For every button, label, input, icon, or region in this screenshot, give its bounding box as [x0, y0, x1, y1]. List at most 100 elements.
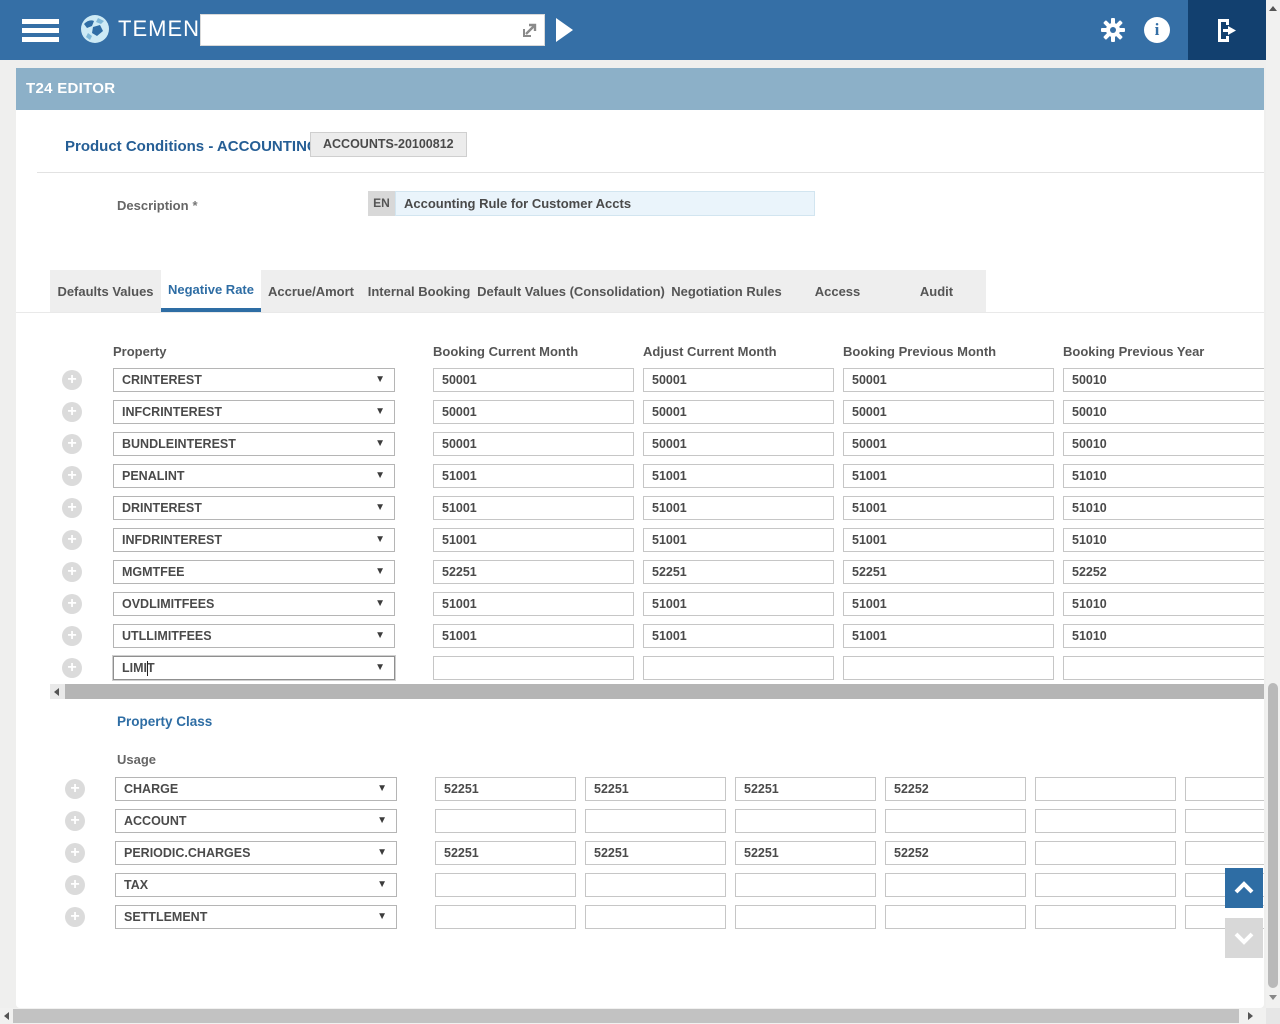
- usage-dropdown[interactable]: TAX ▼: [115, 873, 397, 897]
- booking-previous-month-input[interactable]: [843, 432, 1054, 456]
- value-input[interactable]: [585, 905, 726, 929]
- value-input[interactable]: [735, 873, 876, 897]
- value-input[interactable]: [1185, 841, 1264, 865]
- value-input[interactable]: [435, 809, 576, 833]
- add-row-button[interactable]: +: [62, 562, 82, 582]
- booking-previous-month-input[interactable]: [843, 368, 1054, 392]
- value-input[interactable]: [1185, 777, 1264, 801]
- value-input[interactable]: [1035, 873, 1176, 897]
- vertical-scrollbar-thumb[interactable]: [1268, 683, 1278, 988]
- command-input[interactable]: [200, 14, 545, 46]
- booking-previous-month-input[interactable]: [843, 656, 1054, 680]
- property-dropdown[interactable]: LIMIT ▼: [113, 656, 395, 680]
- add-row-button[interactable]: +: [62, 466, 82, 486]
- adjust-current-month-input[interactable]: [643, 624, 834, 648]
- add-row-button[interactable]: +: [65, 907, 85, 927]
- value-input[interactable]: [1035, 905, 1176, 929]
- usage-dropdown[interactable]: CHARGE ▼: [115, 777, 397, 801]
- booking-current-month-input[interactable]: [433, 528, 634, 552]
- booking-previous-month-input[interactable]: [843, 560, 1054, 584]
- tab-default-values-consolidation-[interactable]: Default Values (Consolidation): [477, 270, 665, 312]
- booking-previous-month-input[interactable]: [843, 464, 1054, 488]
- value-input[interactable]: [585, 777, 726, 801]
- value-input[interactable]: [1035, 841, 1176, 865]
- property-dropdown[interactable]: MGMTFEE ▼: [113, 560, 395, 584]
- adjust-current-month-input[interactable]: [643, 592, 834, 616]
- tab-audit[interactable]: Audit: [887, 270, 986, 312]
- property-dropdown[interactable]: BUNDLEINTEREST ▼: [113, 432, 395, 456]
- value-input[interactable]: [885, 873, 1026, 897]
- value-input[interactable]: [585, 873, 726, 897]
- booking-previous-year-input[interactable]: [1063, 400, 1264, 424]
- booking-previous-month-input[interactable]: [843, 496, 1054, 520]
- add-row-button[interactable]: +: [65, 779, 85, 799]
- page-scroll-left-arrow-icon[interactable]: [4, 1012, 9, 1020]
- add-row-button[interactable]: +: [62, 626, 82, 646]
- value-input[interactable]: [735, 905, 876, 929]
- adjust-current-month-input[interactable]: [643, 368, 834, 392]
- scroll-to-top-button[interactable]: [1225, 868, 1263, 908]
- scrollbar-thumb[interactable]: [65, 684, 1264, 699]
- adjust-current-month-input[interactable]: [643, 560, 834, 584]
- booking-previous-year-input[interactable]: [1063, 560, 1264, 584]
- add-row-button[interactable]: +: [62, 402, 82, 422]
- value-input[interactable]: [1035, 777, 1176, 801]
- page-scroll-right-arrow-icon[interactable]: [1248, 1012, 1253, 1020]
- booking-current-month-input[interactable]: [433, 400, 634, 424]
- value-input[interactable]: [885, 809, 1026, 833]
- add-row-button[interactable]: +: [62, 498, 82, 518]
- value-input[interactable]: [735, 777, 876, 801]
- property-dropdown[interactable]: PENALINT ▼: [113, 464, 395, 488]
- run-command-button[interactable]: [556, 18, 573, 42]
- tab-negative-rate[interactable]: Negative Rate: [161, 270, 261, 312]
- value-input[interactable]: [435, 777, 576, 801]
- booking-previous-month-input[interactable]: [843, 528, 1054, 552]
- menu-icon[interactable]: [22, 19, 59, 42]
- property-dropdown[interactable]: INFCRINTEREST ▼: [113, 400, 395, 424]
- add-row-button[interactable]: +: [62, 658, 82, 678]
- booking-previous-year-input[interactable]: [1063, 368, 1264, 392]
- adjust-current-month-input[interactable]: [643, 496, 834, 520]
- booking-previous-year-input[interactable]: [1063, 656, 1264, 680]
- scroll-to-bottom-button[interactable]: [1225, 918, 1263, 958]
- adjust-current-month-input[interactable]: [643, 464, 834, 488]
- booking-current-month-input[interactable]: [433, 560, 634, 584]
- booking-current-month-input[interactable]: [433, 368, 634, 392]
- adjust-current-month-input[interactable]: [643, 656, 834, 680]
- booking-current-month-input[interactable]: [433, 592, 634, 616]
- add-row-button[interactable]: +: [62, 594, 82, 614]
- settings-gear-icon[interactable]: [1100, 17, 1126, 43]
- property-dropdown[interactable]: DRINTEREST ▼: [113, 496, 395, 520]
- booking-current-month-input[interactable]: [433, 432, 634, 456]
- vertical-scrollbar[interactable]: [1266, 0, 1280, 1008]
- booking-previous-year-input[interactable]: [1063, 528, 1264, 552]
- property-dropdown[interactable]: UTLLIMITFEES ▼: [113, 624, 395, 648]
- booking-current-month-input[interactable]: [433, 656, 634, 680]
- tab-internal-booking[interactable]: Internal Booking: [361, 270, 477, 312]
- scroll-left-arrow-icon[interactable]: [54, 688, 59, 696]
- value-input[interactable]: [435, 905, 576, 929]
- value-input[interactable]: [735, 841, 876, 865]
- table-horizontal-scrollbar[interactable]: [50, 684, 1264, 699]
- value-input[interactable]: [585, 841, 726, 865]
- tab-defaults-values[interactable]: Defaults Values: [50, 270, 161, 312]
- adjust-current-month-input[interactable]: [643, 528, 834, 552]
- adjust-current-month-input[interactable]: [643, 400, 834, 424]
- scroll-up-arrow-icon[interactable]: [1269, 6, 1277, 11]
- booking-previous-month-input[interactable]: [843, 624, 1054, 648]
- booking-previous-year-input[interactable]: [1063, 592, 1264, 616]
- page-horizontal-scrollbar[interactable]: [0, 1008, 1266, 1024]
- page-horizontal-scrollbar-thumb[interactable]: [13, 1009, 1239, 1023]
- add-row-button[interactable]: +: [65, 843, 85, 863]
- value-input[interactable]: [1035, 809, 1176, 833]
- description-input[interactable]: [395, 191, 815, 216]
- tab-accrue-amort[interactable]: Accrue/Amort: [261, 270, 361, 312]
- value-input[interactable]: [735, 809, 876, 833]
- booking-previous-year-input[interactable]: [1063, 496, 1264, 520]
- sign-out-button[interactable]: [1188, 0, 1266, 60]
- booking-previous-year-input[interactable]: [1063, 464, 1264, 488]
- booking-previous-month-input[interactable]: [843, 592, 1054, 616]
- property-dropdown[interactable]: OVDLIMITFEES ▼: [113, 592, 395, 616]
- add-row-button[interactable]: +: [62, 370, 82, 390]
- scroll-down-arrow-icon[interactable]: [1269, 995, 1277, 1000]
